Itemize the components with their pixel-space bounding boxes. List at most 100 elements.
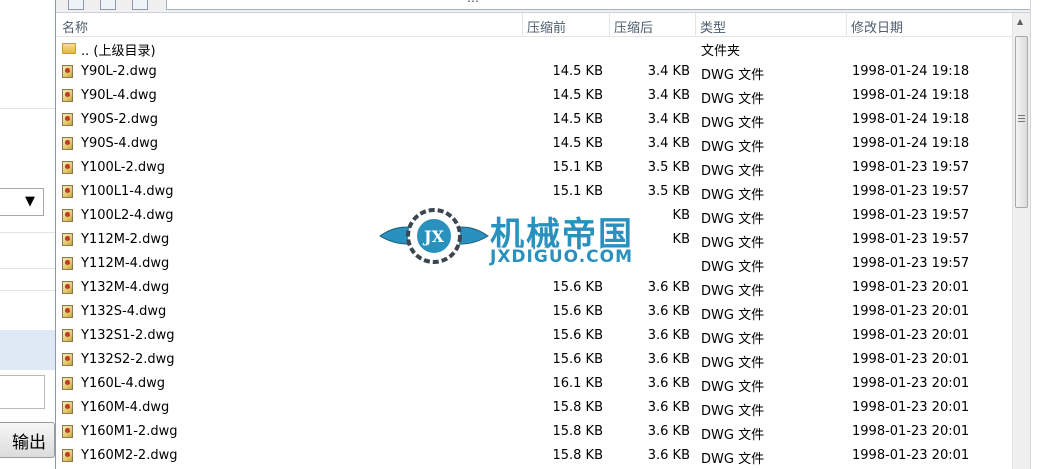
file-type: DWG 文件 (701, 380, 765, 395)
window-edge (1030, 0, 1045, 469)
address-bar[interactable]: … ▼ (166, 0, 1045, 10)
file-type: DWG 文件 (701, 68, 765, 83)
file-type: 文件夹 (701, 44, 741, 59)
dwg-file-icon (62, 113, 76, 127)
file-size-before: 15.8 KB (552, 400, 603, 415)
file-modified: 1998-01-23 20:01 (852, 448, 970, 463)
file-size-before: 15.1 KB (552, 160, 603, 175)
file-type: DWG 文件 (701, 212, 765, 227)
file-type: DWG 文件 (701, 164, 765, 179)
file-type: DWG 文件 (701, 284, 765, 299)
file-row[interactable]: Y90S-4.dwg 14.5 KB 3.4 KB DWG 文件 1998-01-24 … (56, 132, 1013, 156)
grip-icon (1018, 115, 1025, 122)
dropdown-select[interactable]: ▼ (0, 188, 44, 216)
address-text: … (467, 0, 479, 5)
left-panel: ▼ 输出 (0, 0, 55, 469)
column-header-before[interactable]: 压缩前 (527, 17, 566, 36)
file-row[interactable]: Y160L-4.dwg 16.1 KB 3.6 KB DWG 文件 1998-01-23… (56, 372, 1013, 396)
file-name: .. (上级目录) (81, 44, 156, 59)
file-row[interactable]: Y132S2-2.dwg 15.6 KB 3.6 KB DWG 文件 1998-01-2… (56, 348, 1013, 372)
file-row[interactable]: Y160M1-2.dwg 15.8 KB 3.6 KB DWG 文件 1998-01-2… (56, 420, 1013, 444)
column-header-type[interactable]: 类型 (700, 17, 726, 36)
file-type: DWG 文件 (701, 116, 765, 131)
file-size-before: 15.6 KB (552, 352, 603, 367)
file-name: Y90S-4.dwg (81, 136, 158, 151)
file-type: DWG 文件 (701, 236, 765, 251)
file-size-after: 3.4 KB (647, 88, 690, 103)
file-type: DWG 文件 (701, 356, 765, 371)
file-type: DWG 文件 (701, 308, 765, 323)
file-modified: 1998-01-23 19:57 (852, 208, 970, 223)
file-row[interactable]: Y160M-4.dwg 15.8 KB 3.6 KB DWG 文件 1998-01-23… (56, 396, 1013, 420)
file-modified: 1998-01-23 19:57 (852, 256, 970, 271)
scroll-up-icon[interactable]: ▲ (1017, 17, 1023, 26)
column-divider[interactable] (695, 13, 696, 36)
dropdown-arrow-icon[interactable]: ▼ (25, 194, 35, 209)
file-modified: 1998-01-23 19:57 (852, 232, 970, 247)
file-size-after: 3.6 KB (647, 448, 690, 463)
dwg-file-icon (62, 185, 76, 199)
divider (0, 108, 55, 109)
dwg-file-icon (62, 353, 76, 367)
file-type: DWG 文件 (701, 140, 765, 155)
file-size-before: 15.6 KB (552, 280, 603, 295)
svg-text:JX: JX (422, 227, 445, 246)
file-row[interactable]: Y132S1-2.dwg 15.6 KB 3.6 KB DWG 文件 1998-01-2… (56, 324, 1013, 348)
output-button[interactable]: 输出 (0, 422, 55, 458)
file-modified: 1998-01-23 19:57 (852, 160, 970, 175)
file-size-before: 14.5 KB (552, 88, 603, 103)
column-divider[interactable] (846, 13, 847, 36)
column-header-after[interactable]: 压缩后 (614, 17, 653, 36)
file-name: Y100L-2.dwg (81, 160, 165, 175)
file-size-before: 15.6 KB (552, 328, 603, 343)
file-modified: 1998-01-23 20:01 (852, 400, 970, 415)
file-row[interactable]: Y90L-4.dwg 14.5 KB 3.4 KB DWG 文件 1998-01-24 … (56, 84, 1013, 108)
file-row[interactable]: Y90S-2.dwg 14.5 KB 3.4 KB DWG 文件 1998-01-24 … (56, 108, 1013, 132)
dwg-file-icon (62, 401, 76, 415)
column-divider[interactable] (609, 13, 610, 36)
file-type: DWG 文件 (701, 92, 765, 107)
dwg-file-icon (62, 449, 76, 463)
file-name: Y160M-4.dwg (81, 400, 170, 415)
file-row[interactable]: Y90L-2.dwg 14.5 KB 3.4 KB DWG 文件 1998-01-24 … (56, 60, 1013, 84)
file-row[interactable]: Y132S-4.dwg 15.6 KB 3.6 KB DWG 文件 1998-01-23… (56, 300, 1013, 324)
file-size-after: 3.6 KB (647, 280, 690, 295)
file-name: Y132M-4.dwg (81, 280, 170, 295)
file-size-before: 14.5 KB (552, 136, 603, 151)
file-size-before: 15.6 KB (552, 304, 603, 319)
file-size-after: 3.5 KB (647, 160, 690, 175)
text-input[interactable] (0, 375, 45, 409)
file-name: Y112M-2.dwg (81, 232, 170, 247)
vertical-scrollbar[interactable]: ▲ (1012, 13, 1030, 469)
list-view-button[interactable] (132, 0, 148, 10)
back-button[interactable] (68, 0, 84, 10)
scrollbar-thumb[interactable] (1015, 36, 1028, 208)
dwg-file-icon (62, 209, 76, 223)
folder-icon (62, 41, 76, 55)
dwg-file-icon (62, 377, 76, 391)
column-header-name[interactable]: 名称 (62, 17, 88, 36)
file-size-after: 3.6 KB (647, 352, 690, 367)
dwg-file-icon (62, 161, 76, 175)
file-modified: 1998-01-23 20:01 (852, 304, 970, 319)
file-row[interactable]: Y160M2-2.dwg 15.8 KB 3.6 KB DWG 文件 1998-01-2… (56, 444, 1013, 468)
column-header-modified[interactable]: 修改日期 (851, 17, 903, 36)
file-size-before: 15.8 KB (552, 448, 603, 463)
file-size-before: 15.8 KB (552, 424, 603, 439)
file-row[interactable]: Y100L1-4.dwg 15.1 KB 3.5 KB DWG 文件 1998-01-2… (56, 180, 1013, 204)
file-row[interactable]: Y100L-2.dwg 15.1 KB 3.5 KB DWG 文件 1998-01-23… (56, 156, 1013, 180)
file-modified: 1998-01-24 19:18 (852, 88, 970, 103)
watermark-logo: JX 机械帝国 JXDIGUO.COM (378, 203, 678, 273)
file-name: Y100L2-4.dwg (81, 208, 174, 223)
file-modified: 1998-01-23 20:01 (852, 280, 970, 295)
divider (0, 268, 55, 269)
file-type: DWG 文件 (701, 188, 765, 203)
file-size-before: 15.1 KB (552, 184, 603, 199)
file-row[interactable]: .. (上级目录) 文件夹 (56, 36, 1013, 60)
file-name: Y160L-4.dwg (81, 376, 165, 391)
file-row[interactable]: Y132M-4.dwg 15.6 KB 3.6 KB DWG 文件 1998-01-23… (56, 276, 1013, 300)
dwg-file-icon (62, 65, 76, 79)
file-modified: 1998-01-24 19:18 (852, 64, 970, 79)
column-divider[interactable] (522, 13, 523, 36)
view-button[interactable] (100, 0, 116, 10)
